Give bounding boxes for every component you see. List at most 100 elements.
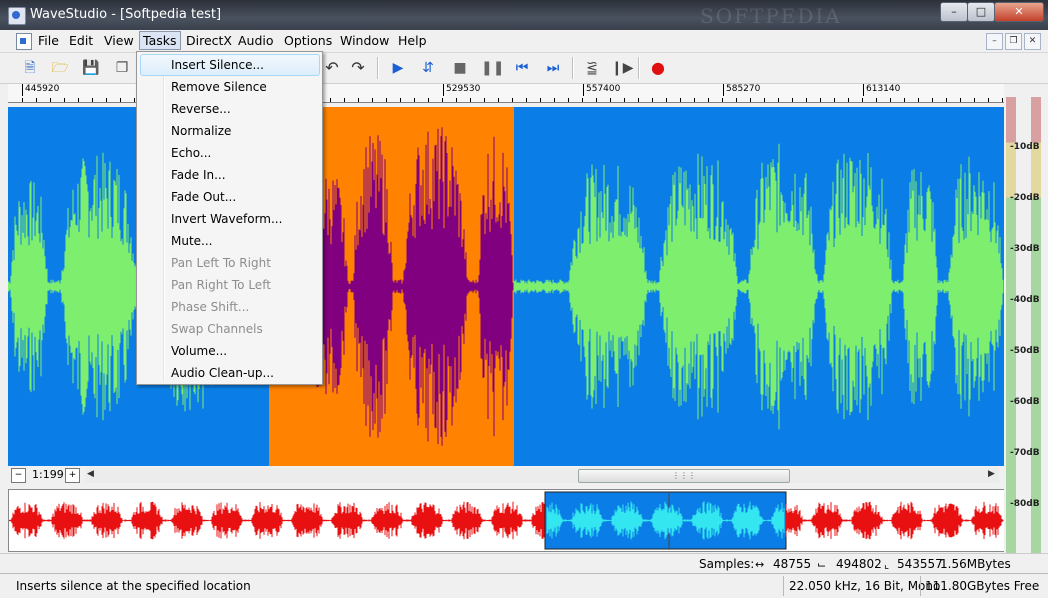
- menu-options[interactable]: Options: [281, 32, 335, 49]
- level-meter-right-bar: [1031, 97, 1041, 553]
- ruler-tick-label: 585270: [723, 84, 760, 96]
- close-button[interactable]: ✕: [994, 2, 1044, 22]
- play-loop-icon[interactable]: ⇵: [418, 58, 438, 78]
- overview-canvas[interactable]: [9, 490, 1004, 551]
- menu-item-volume[interactable]: Volume...: [171, 340, 227, 362]
- set-marker-icon[interactable]: ⪟: [582, 58, 602, 78]
- overview-waveform[interactable]: [8, 489, 1005, 552]
- stop-icon[interactable]: ■: [450, 58, 470, 78]
- ruler-minor-tick: [330, 98, 331, 102]
- audio-format: 22.050 kHz, 16 Bit, Mono: [789, 579, 941, 593]
- scroll-right-icon[interactable]: ▶: [988, 469, 995, 479]
- menu-icon-gutter: [163, 54, 165, 382]
- title-bar: WaveStudio - [Softpedia test] SOFTPEDIA …: [0, 0, 1048, 30]
- ruler-minor-tick: [526, 98, 527, 102]
- ruler-minor-tick: [372, 98, 373, 102]
- toolbar-separator: [638, 57, 640, 79]
- samples-label: Samples:: [699, 557, 755, 571]
- ruler-minor-tick: [624, 98, 625, 102]
- ruler-minor-tick: [904, 98, 905, 102]
- overview-waveform-trace: [9, 501, 1004, 540]
- samples-bar: Samples: ↔ 48755 ⌙ 494802 ⌞ 543557 1.56M…: [0, 553, 1048, 574]
- ruler-minor-tick: [456, 98, 457, 102]
- menu-item-fade-out[interactable]: Fade Out...: [171, 186, 236, 208]
- ruler-minor-tick: [932, 98, 933, 102]
- maximize-button[interactable]: □: [967, 2, 995, 22]
- mdi-restore-button[interactable]: ❐: [1005, 33, 1022, 50]
- menu-edit[interactable]: Edit: [66, 32, 96, 49]
- disk-free: 111.80GBytes Free: [925, 579, 1040, 593]
- menu-file[interactable]: File: [35, 32, 62, 49]
- menu-item-invert-waveform[interactable]: Invert Waveform...: [171, 208, 282, 230]
- ruler-minor-tick: [736, 98, 737, 102]
- goto-marker-icon[interactable]: ❙▶: [611, 58, 634, 78]
- zoom-out-icon[interactable]: −: [11, 468, 26, 483]
- ruler-minor-tick: [484, 98, 485, 102]
- menu-help[interactable]: Help: [395, 32, 430, 49]
- ruler-minor-tick: [820, 98, 821, 102]
- menu-item-insert-silence[interactable]: Insert Silence...: [171, 54, 264, 76]
- ruler-minor-tick: [120, 98, 121, 102]
- document-icon[interactable]: [16, 33, 32, 50]
- ruler-minor-tick: [92, 98, 93, 102]
- ruler-tick-label: 613140: [863, 84, 900, 96]
- scrollbar-thumb[interactable]: ⋮⋮⋮: [578, 469, 790, 483]
- window-title: WaveStudio - [Softpedia test]: [30, 7, 222, 22]
- zoom-scroll-row: − 1:199 + ◀ ⋮⋮⋮ ▶: [8, 466, 1004, 485]
- save-all-icon[interactable]: ❐: [112, 58, 132, 78]
- scroll-left-icon[interactable]: ◀: [87, 469, 94, 479]
- ruler-minor-tick: [638, 98, 639, 102]
- ruler-minor-tick: [890, 98, 891, 102]
- menu-audio[interactable]: Audio: [235, 32, 277, 49]
- db-label: -80dB: [1010, 499, 1040, 509]
- menu-window[interactable]: Window: [337, 32, 392, 49]
- tasks-dropdown-menu: Insert Silence... Remove Silence Reverse..…: [136, 51, 323, 385]
- pause-icon[interactable]: ❚❚: [481, 58, 504, 78]
- menu-item-phase-shift: Phase Shift...: [171, 300, 250, 314]
- db-label: -60dB: [1010, 397, 1040, 407]
- menu-item-normalize[interactable]: Normalize: [171, 120, 231, 142]
- ruler-minor-tick: [792, 98, 793, 102]
- skip-end-icon[interactable]: ⏭: [543, 58, 563, 78]
- ruler-tick-label: 557400: [583, 84, 620, 96]
- ruler-minor-tick: [540, 98, 541, 102]
- zoom-ratio: 1:199: [32, 468, 64, 481]
- play-icon[interactable]: ▶: [388, 58, 408, 78]
- redo-icon[interactable]: ↷: [348, 58, 368, 78]
- save-icon[interactable]: 💾: [81, 58, 101, 78]
- undo-icon[interactable]: ↶: [322, 58, 342, 78]
- menu-item-echo[interactable]: Echo...: [171, 142, 211, 164]
- ruler-tick-label: 529530: [443, 84, 480, 96]
- app-icon[interactable]: [8, 7, 26, 25]
- ruler-minor-tick: [876, 98, 877, 102]
- record-icon[interactable]: ●: [648, 58, 668, 78]
- ruler-minor-tick: [834, 98, 835, 102]
- skip-start-icon[interactable]: ⏮: [512, 58, 532, 78]
- ruler-minor-tick: [470, 98, 471, 102]
- menu-directx[interactable]: DirectX: [183, 32, 235, 49]
- ruler-minor-tick: [554, 98, 555, 102]
- menu-item-pan-left-to-right: Pan Left To Right: [171, 256, 271, 270]
- ruler-minor-tick: [134, 98, 135, 102]
- menu-item-mute[interactable]: Mute...: [171, 230, 213, 252]
- selection-start: 494802: [836, 557, 882, 571]
- selection-size: 1.56MBytes: [940, 557, 1011, 571]
- menu-item-fade-in[interactable]: Fade In...: [171, 164, 226, 186]
- ruler-minor-tick: [78, 98, 79, 102]
- new-file-icon[interactable]: 🗎: [20, 58, 40, 78]
- zoom-in-icon[interactable]: +: [65, 468, 80, 483]
- minimize-button[interactable]: –: [940, 2, 968, 22]
- menu-tasks[interactable]: Tasks: [139, 31, 181, 50]
- menu-bar: File Edit View Tasks DirectX Audio Optio…: [0, 30, 1048, 53]
- menu-item-reverse[interactable]: Reverse...: [171, 98, 231, 120]
- menu-item-remove-silence[interactable]: Remove Silence: [171, 76, 267, 98]
- mdi-minimize-button[interactable]: –: [986, 33, 1003, 50]
- status-hint: Inserts silence at the specified locatio…: [16, 579, 251, 593]
- ruler-minor-tick: [610, 98, 611, 102]
- open-folder-icon[interactable]: 🗁: [50, 58, 70, 78]
- menu-view[interactable]: View: [101, 32, 137, 49]
- menu-item-audio-clean-up[interactable]: Audio Clean-up...: [171, 362, 274, 384]
- horizontal-scrollbar[interactable]: ◀ ⋮⋮⋮ ▶: [85, 468, 999, 483]
- status-separator: [920, 576, 921, 596]
- mdi-close-button[interactable]: ✕: [1024, 33, 1041, 50]
